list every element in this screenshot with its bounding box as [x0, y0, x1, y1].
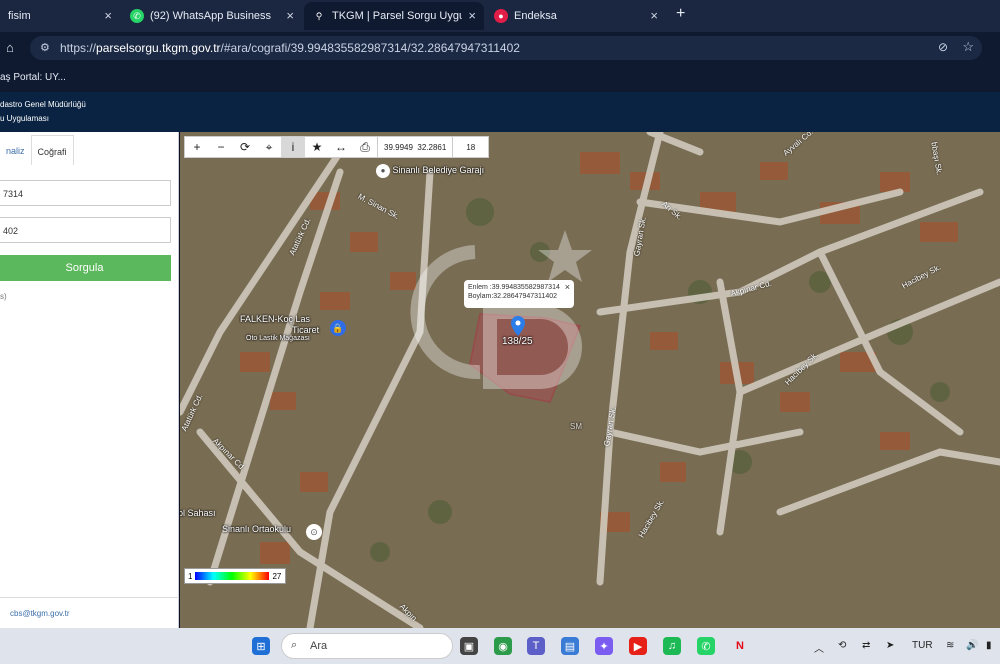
store-icon[interactable]: ▤ [561, 637, 579, 655]
elevation-legend: 1 27 [184, 568, 286, 584]
whatsapp-icon: ✆ [130, 9, 144, 23]
address-bar-row: ⌂ ⚙ https://parselsorgu.tkgm.gov.tr/#ara… [0, 32, 1000, 64]
locate-icon[interactable]: ⌖ [257, 137, 281, 157]
popup-lat: Enlem :39.994835582987314 [468, 284, 560, 291]
close-icon[interactable]: × [468, 8, 476, 23]
youtube-icon[interactable]: ▶ [629, 637, 647, 655]
endeksa-icon: ● [494, 9, 508, 23]
school-icon[interactable]: ⊙ [306, 524, 322, 540]
url-prefix: https:// [60, 41, 97, 55]
search-placeholder: Ara [310, 640, 328, 652]
refresh-icon[interactable]: ⟳ [233, 137, 257, 157]
tab-title: (92) WhatsApp Business [150, 10, 272, 22]
bookmarks-bar: aş Portal: UY... [0, 64, 1000, 92]
map-toolbar: + − ⟳ ⌖ i ★ ↔ ⎙ 39.9949 32.2861 18 [184, 136, 490, 158]
network-icon[interactable]: ⟲ [838, 640, 846, 651]
sync-icon[interactable]: ⇄ [862, 640, 870, 651]
poi-label: ● Sinanlı Belediye Garajı [376, 164, 484, 178]
taskbar-search[interactable]: ⌕ Ara [281, 633, 453, 659]
map-pin-icon: ⚲ [315, 10, 323, 21]
tab-analiz[interactable]: naliz [0, 135, 31, 165]
tab-title: TKGM | Parsel Sorgu Uygulamas [332, 10, 462, 22]
teams-icon[interactable]: T [527, 637, 545, 655]
volume-icon[interactable]: 🔊 [966, 640, 978, 651]
copilot-icon[interactable]: ✦ [595, 637, 613, 655]
language-indicator[interactable]: TUR [912, 640, 933, 651]
tab-tkgm[interactable]: ⚲ TKGM | Parsel Sorgu Uygulamas × [304, 2, 484, 30]
windows-taskbar: ⊞ ⌕ Ara ▣ ◉ T ▤ ✦ ▶ ♫ ✆ N ︿ ⟲ ⇄ ➤ TUR ≋ … [0, 628, 1000, 664]
battery-icon[interactable]: ▮ [986, 640, 992, 651]
org-name: dastro Genel Müdürlüğü [0, 100, 86, 109]
parcel-label: 138/25 [502, 336, 533, 347]
print-icon[interactable]: ⎙ [353, 137, 377, 157]
new-tab-button[interactable]: + [676, 5, 685, 23]
side-panel: naliz Coğrafi 7314 402 Sorgula s) cbs@tk… [0, 132, 179, 628]
measure-icon[interactable]: ↔ [329, 137, 353, 157]
tab-cografi[interactable]: Coğrafi [30, 135, 74, 165]
map-view[interactable]: + − ⟳ ⌖ i ★ ↔ ⎙ 39.9949 32.2861 18 ● Sin… [180, 132, 1000, 628]
legend-min: 1 [188, 571, 193, 581]
popup-lon: Boylam:32.28647947311402 [468, 293, 558, 300]
satellite-imagery [180, 132, 1000, 628]
shop-icon[interactable]: 🔒 [330, 320, 346, 336]
app-name: u Uygulaması [0, 114, 49, 123]
wifi-icon[interactable]: ≋ [946, 640, 954, 651]
longitude-field[interactable]: 402 [0, 217, 171, 243]
zoom-in-button[interactable]: + [185, 137, 209, 157]
poi-label: FALKEN-Koç Las [240, 314, 311, 324]
legend-max: 27 [272, 571, 282, 581]
legend-gradient [195, 572, 270, 580]
bookmark-star-icon[interactable]: ☆ [962, 39, 974, 55]
zoom-level: 18 [452, 137, 488, 157]
footer-email[interactable]: cbs@tkgm.gov.tr [10, 609, 70, 618]
browser-tab-bar: fisim × ✆ (92) WhatsApp Business × ⚲ TKG… [0, 0, 1000, 32]
poi-label: Ticaret [292, 325, 320, 335]
favorite-star-icon[interactable]: ★ [305, 137, 329, 157]
tracking-off-icon[interactable]: ⊘ [938, 40, 948, 54]
latitude-field[interactable]: 7314 [0, 180, 171, 206]
poi-icon: ● [376, 164, 390, 178]
windows-start-icon[interactable]: ⊞ [252, 637, 270, 655]
close-icon[interactable]: × [650, 8, 658, 23]
whatsapp-icon[interactable]: ✆ [697, 637, 715, 655]
info-icon[interactable]: i [281, 137, 305, 157]
poi-label: Sinanlı Ortaokulu [222, 524, 292, 534]
spotify-icon[interactable]: ♫ [663, 637, 681, 655]
tab-title: Endeksa [514, 10, 557, 22]
url-input[interactable]: ⚙ https://parselsorgu.tkgm.gov.tr/#ara/c… [30, 36, 982, 60]
chevron-up-icon[interactable]: ︿ [814, 640, 824, 655]
poi-label: ol Sahası [180, 508, 216, 518]
tab-endeksa[interactable]: ● Endeksa × [486, 2, 666, 30]
coordinate-readout: 39.9949 32.2861 [377, 137, 452, 157]
note-text: s) [0, 292, 7, 301]
coordinate-popup: Enlem :39.994835582987314 Boylam:32.2864… [464, 280, 574, 308]
chrome-icon[interactable]: ◉ [494, 637, 512, 655]
site-header: dastro Genel Müdürlüğü u Uygulaması [0, 92, 1000, 132]
lon-readout: 32.2861 [417, 142, 447, 152]
query-button[interactable]: Sorgula [0, 255, 171, 281]
url-path: /#ara/cografi/39.994835582987314/32.2864… [220, 41, 520, 55]
poi-label: Oto Lastik Mağazası [246, 335, 310, 342]
search-icon: ⌕ [291, 639, 298, 651]
watermark-text: SM [570, 422, 582, 431]
netflix-icon[interactable]: N [731, 637, 749, 655]
panel-tabs: naliz Coğrafi [0, 135, 74, 165]
url-host: parselsorgu.tkgm.gov.tr [96, 41, 221, 55]
close-icon[interactable]: × [286, 8, 294, 23]
tab-fisim[interactable]: fisim × [0, 2, 120, 30]
site-settings-icon[interactable]: ⚙ [40, 41, 50, 54]
tab-title: fisim [8, 10, 31, 22]
close-icon[interactable]: × [104, 8, 112, 23]
location-icon[interactable]: ➤ [886, 640, 894, 651]
lat-readout: 39.9949 [384, 142, 413, 152]
home-icon[interactable]: ⌂ [6, 40, 14, 55]
zoom-out-button[interactable]: − [209, 137, 233, 157]
bookmark-item[interactable]: aş Portal: UY... [0, 72, 66, 83]
task-view-icon[interactable]: ▣ [460, 637, 478, 655]
location-pin-icon [510, 316, 526, 336]
close-icon[interactable]: × [565, 283, 570, 292]
footer: cbs@tkgm.gov.tr [0, 597, 179, 628]
tab-whatsapp[interactable]: ✆ (92) WhatsApp Business × [122, 2, 302, 30]
